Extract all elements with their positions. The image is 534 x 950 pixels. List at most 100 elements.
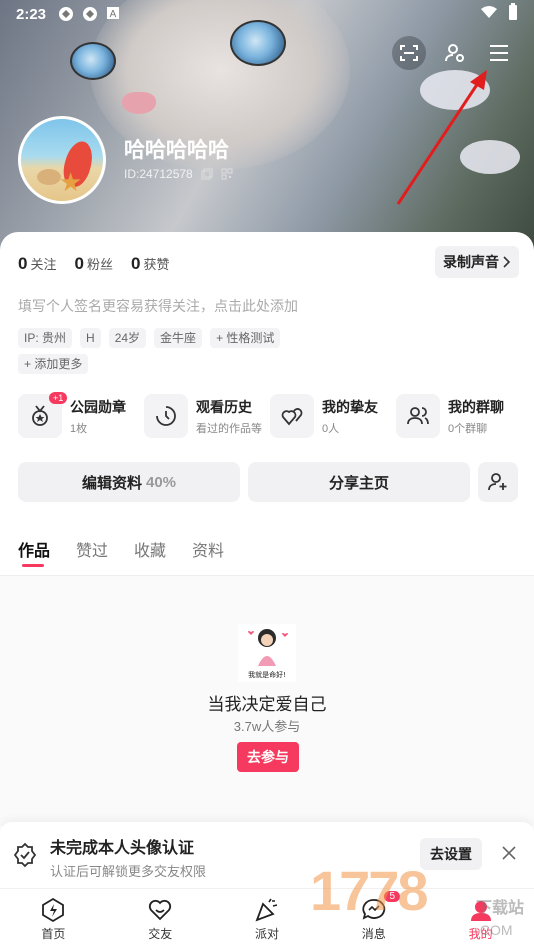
nav-label: 派对	[254, 927, 279, 941]
entry-title: 我的群聊	[448, 398, 504, 415]
svg-text:A: A	[110, 9, 117, 20]
nav-label: 交友	[148, 927, 173, 941]
tag-ip: IP: 贵州	[18, 328, 73, 348]
share-profile-button[interactable]: 分享主页	[248, 462, 470, 502]
record-voice-label: 录制声音	[443, 254, 499, 270]
avatar-shell-shape	[37, 169, 61, 185]
home-icon	[42, 897, 65, 923]
verification-banner: 未完成本人头像认证 认证后可解锁更多交友权限 去设置	[0, 822, 534, 888]
status-bar: 2:23 A	[0, 0, 534, 28]
promo-image-caption: 我就是命好!	[248, 670, 286, 679]
scan-button[interactable]	[392, 36, 426, 70]
verified-shield-icon	[13, 842, 37, 868]
watermark-site: 下载站	[476, 900, 525, 917]
group-icon	[407, 407, 429, 425]
entry-title: 公园勋章	[70, 398, 126, 415]
nav-party[interactable]: 派对	[214, 889, 321, 950]
add-more-tags-button[interactable]: + 添加更多	[18, 354, 89, 374]
close-friends-entry[interactable]: 我的挚友 0人	[270, 394, 392, 438]
nav-label: 消息	[361, 927, 386, 941]
add-user-icon	[488, 473, 507, 491]
medal-icon	[32, 405, 48, 426]
cat-eye-left	[70, 42, 116, 80]
signature-placeholder[interactable]: 填写个人签名更容易获得关注，点击此处添加	[18, 296, 298, 316]
heart-icon	[149, 899, 172, 921]
tag-gender: H	[80, 328, 101, 348]
chevron-right-icon	[503, 256, 511, 268]
verification-sub: 认证后可解锁更多交友权限	[50, 864, 207, 879]
quick-entries: +1 公园勋章 1枚 观看历史 看过的作品等 我的挚友 0人 我的群聊 0个群聊	[18, 392, 518, 438]
add-friend-button[interactable]	[478, 462, 518, 502]
edit-profile-button[interactable]: 编辑资料 40%	[18, 462, 240, 502]
tag-zodiac: 金牛座	[154, 328, 203, 348]
fans-stat[interactable]: 0 粉丝	[74, 254, 112, 274]
tab-liked[interactable]: 赞过	[76, 537, 108, 561]
promo-participants: 3.7w人参与	[233, 719, 301, 734]
promo-title: 当我决定爱自己	[207, 695, 327, 714]
group-chat-entry[interactable]: 我的群聊 0个群聊	[396, 394, 518, 438]
new-badge: +1	[49, 392, 68, 404]
stat-label: 关注	[30, 257, 57, 272]
nav-home[interactable]: 首页	[0, 889, 107, 950]
stat-number: 0	[74, 254, 84, 273]
notification-a-icon: A	[106, 6, 122, 22]
edit-profile-label: 编辑资料	[81, 474, 142, 492]
entry-sub: 0个群聊	[448, 422, 488, 435]
hearts-icon-box	[270, 394, 314, 438]
tag-age: 24岁	[108, 328, 147, 348]
record-voice-button[interactable]: 录制声音	[435, 246, 519, 278]
app-notification-icon	[58, 6, 74, 22]
double-heart-icon	[281, 408, 303, 426]
nav-label: 首页	[41, 927, 66, 941]
bottom-nav: 首页 交友 派对 5 消息 我的	[0, 888, 534, 950]
profile-completion: 40%	[145, 473, 177, 491]
park-badge-entry[interactable]: +1 公园勋章 1枚	[18, 392, 140, 438]
app-notification-icon	[82, 6, 98, 22]
stat-label: 粉丝	[86, 257, 113, 272]
avatar-starfish-shape: ★	[59, 167, 83, 197]
stat-label: 获赞	[143, 257, 170, 272]
entry-title: 观看历史	[196, 398, 252, 415]
nickname[interactable]: 哈哈哈哈哈	[124, 134, 229, 164]
action-row: 编辑资料 40% 分享主页	[18, 462, 518, 502]
content-tabs: 作品 赞过 收藏 资料	[18, 537, 224, 567]
user-id-text: ID:24712578	[124, 167, 193, 181]
stat-number: 0	[18, 254, 28, 273]
close-icon[interactable]	[500, 844, 518, 862]
entry-sub: 0人	[322, 422, 340, 435]
clock-icon	[156, 406, 176, 426]
likes-stat[interactable]: 0 获赞	[131, 254, 169, 274]
copy-icon[interactable]	[201, 168, 213, 180]
following-stat[interactable]: 0 关注	[18, 254, 56, 274]
promo-illustration: 我就是命好!	[238, 624, 296, 682]
tag-list: IP: 贵州 H 24岁 金牛座 + 性格测试	[18, 328, 318, 348]
annotation-arrow	[396, 70, 487, 205]
join-button[interactable]: 去参与	[237, 742, 299, 772]
share-profile-label: 分享主页	[328, 474, 389, 492]
go-setup-button[interactable]: 去设置	[420, 838, 482, 870]
stats-row: 0 关注 0 粉丝 0 获赞	[18, 254, 169, 274]
qrcode-icon[interactable]	[221, 168, 233, 180]
watermark-domain: .COM	[476, 922, 513, 938]
nav-friends[interactable]: 交友	[107, 889, 214, 950]
stat-number: 0	[130, 254, 141, 273]
status-time: 2:23	[16, 5, 47, 23]
entry-sub: 1枚	[70, 422, 88, 435]
tab-info[interactable]: 资料	[192, 537, 224, 561]
tag-personality-test[interactable]: + 性格测试	[210, 328, 281, 348]
history-entry[interactable]: 观看历史 看过的作品等	[144, 394, 266, 438]
tab-works[interactable]: 作品	[18, 537, 50, 567]
scan-icon	[400, 45, 418, 61]
find-friend-button[interactable]	[438, 36, 472, 70]
tab-favorites[interactable]: 收藏	[134, 537, 166, 561]
verification-title: 未完成本人头像认证	[50, 840, 195, 857]
avatar[interactable]: ★	[18, 116, 106, 204]
user-search-icon	[445, 44, 464, 62]
clock-icon-box	[144, 394, 188, 438]
menu-button[interactable]	[482, 36, 516, 70]
medal-icon-box: +1	[18, 392, 68, 438]
group-icon-box	[396, 394, 440, 438]
user-id: ID:24712578	[124, 167, 233, 181]
cat-nose	[122, 92, 156, 114]
entry-title: 我的挚友	[322, 398, 378, 415]
